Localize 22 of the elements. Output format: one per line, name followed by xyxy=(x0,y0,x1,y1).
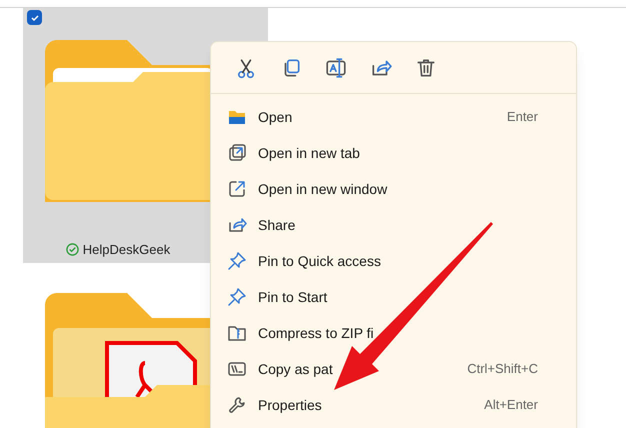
rename-icon xyxy=(325,56,347,78)
checkbox[interactable] xyxy=(27,10,42,25)
shortcut-text: Alt+Enter xyxy=(484,396,538,414)
wrench-icon xyxy=(227,395,247,415)
new-tab-icon xyxy=(227,143,247,163)
menu-item[interactable]: Copy as pat Ctrl+Shift+C xyxy=(211,351,576,387)
menu-item-label: Copy as pat xyxy=(258,360,334,379)
trash-icon xyxy=(415,56,437,78)
menu-item[interactable]: Properties Alt+Enter xyxy=(211,387,576,423)
shortcut-text: Enter xyxy=(506,108,538,126)
pin-icon xyxy=(227,287,247,307)
new-window-icon xyxy=(227,179,247,199)
menu-item[interactable]: Compress to ZIP fi xyxy=(211,315,576,351)
menu-item[interactable]: Pin to Start xyxy=(211,279,576,315)
scissors-icon xyxy=(235,56,257,78)
menu-item-label: Compress to ZIP fi xyxy=(258,324,375,343)
pin-icon xyxy=(227,251,247,271)
shortcut-text: Ctrl+Shift+C xyxy=(467,360,538,378)
checkmark-icon xyxy=(30,12,40,22)
menu-item-label: Pin to Start xyxy=(258,288,328,306)
menu-item-label: Properties xyxy=(258,396,323,415)
folder-name: HelpDeskGeek xyxy=(82,241,170,259)
